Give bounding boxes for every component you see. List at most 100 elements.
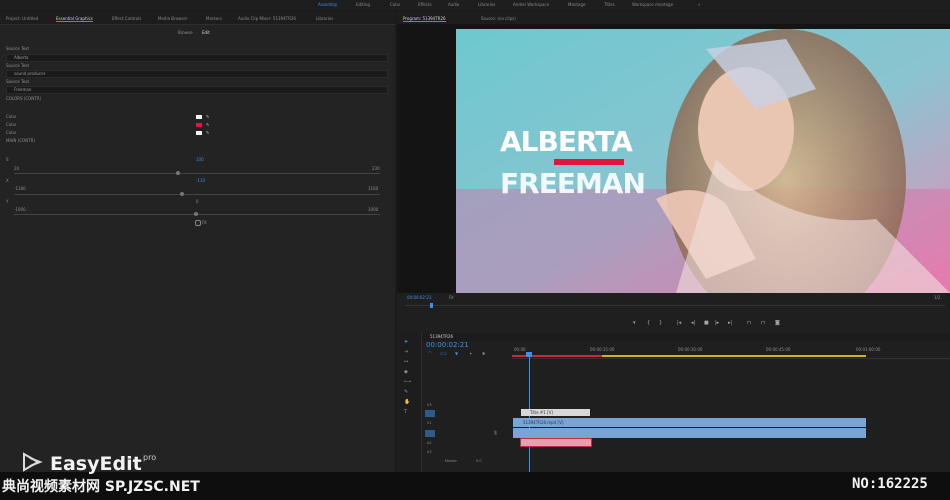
- track-label-v1: V1: [427, 421, 432, 425]
- slider-1-handle[interactable]: [176, 171, 180, 175]
- source-text-field-3[interactable]: [6, 86, 388, 94]
- color-swatch-2[interactable]: [196, 123, 202, 127]
- slider-3-handle[interactable]: [194, 212, 198, 216]
- tab-program[interactable]: Program: 51394TR26: [403, 16, 446, 22]
- workspace-tab[interactable]: Workspace montage: [632, 2, 673, 7]
- slider-3-min: -1000: [14, 207, 26, 212]
- track-label-a3: A3: [427, 450, 432, 454]
- settings-wrench-icon[interactable]: ✱: [482, 351, 485, 356]
- fit-checkbox[interactable]: [195, 220, 201, 226]
- timeline-clip-audio-2[interactable]: [520, 438, 592, 447]
- title-line-1: ALBERTA: [500, 125, 633, 158]
- left-tab[interactable]: Audio Clip Mixer: 51394TR26: [238, 16, 296, 21]
- workspace-tab[interactable]: Color: [390, 2, 400, 7]
- source-text-label-2: Source Text: [6, 63, 30, 68]
- eyedropper-icon[interactable]: ✎: [206, 130, 209, 135]
- slider-2-track[interactable]: [14, 194, 380, 195]
- eyedropper-icon[interactable]: ✎: [206, 122, 209, 127]
- slider-2-min: -1180: [14, 186, 26, 191]
- source-text-label-1: Source Text: [6, 46, 30, 51]
- ruler-label: 00:00:45:00: [766, 347, 791, 352]
- left-tab[interactable]: Libraries: [316, 16, 333, 21]
- ruler-label: 00:00:15:00: [590, 347, 615, 352]
- workspace-tab[interactable]: Effects: [418, 2, 432, 7]
- master-volume-value[interactable]: 0.0: [476, 459, 482, 463]
- left-tab[interactable]: Markers: [206, 16, 222, 21]
- color-swatch-1[interactable]: [196, 115, 202, 119]
- video-image: [456, 29, 950, 293]
- colors-section-header: COLORS (CONTR): [6, 96, 42, 101]
- go-to-in-icon[interactable]: |◂: [677, 320, 681, 326]
- step-forward-icon[interactable]: |▸: [715, 320, 719, 326]
- snap-icon[interactable]: ⌒: [428, 351, 432, 357]
- mic-icon[interactable]: 🎙: [493, 430, 498, 435]
- workspace-tab[interactable]: Titles: [604, 2, 615, 7]
- workspace-tab[interactable]: Montage: [568, 2, 585, 7]
- timeline-clip-title[interactable]: Title #1 [V]: [521, 409, 590, 416]
- marker-icon[interactable]: ✦: [469, 351, 472, 356]
- mark-out-icon[interactable]: }: [659, 320, 662, 326]
- slider-2-handle[interactable]: [180, 192, 184, 196]
- timeline-timecode[interactable]: 00:00:02:21: [426, 341, 469, 349]
- slider-1-value[interactable]: 100: [196, 157, 204, 162]
- slider-2-value[interactable]: -110: [196, 178, 205, 183]
- tab-source[interactable]: Source: (no clips): [481, 16, 516, 21]
- source-text-field-1[interactable]: [6, 54, 388, 62]
- workspace-tab[interactable]: Libraries: [478, 2, 495, 7]
- slider-3-value[interactable]: 0: [196, 199, 199, 204]
- step-back-icon[interactable]: ◂|: [691, 320, 695, 326]
- resolution-dropdown[interactable]: 1/2: [934, 295, 940, 300]
- fit-dropdown[interactable]: Fit: [449, 295, 454, 300]
- type-icon[interactable]: T: [404, 409, 407, 415]
- left-tab[interactable]: Project: Untitled: [6, 16, 38, 21]
- workspace-tab[interactable]: Assembly: [318, 2, 337, 7]
- eyedropper-icon[interactable]: ✎: [206, 114, 209, 119]
- source-text-label-3: Source Text: [6, 79, 30, 84]
- stop-icon[interactable]: ■: [704, 320, 709, 326]
- sequence-name[interactable]: 51394TR26: [430, 334, 453, 339]
- color-label-1: Color: [6, 114, 17, 119]
- extract-icon[interactable]: ⊓: [761, 320, 765, 326]
- time-ruler[interactable]: 00:00 00:00:15:00 00:00:30:00 00:00:45:0…: [512, 346, 950, 359]
- mini-timeline[interactable]: [405, 305, 945, 306]
- mark-in-icon[interactable]: {: [647, 320, 650, 326]
- program-timecode[interactable]: 00:00:02:21: [407, 295, 431, 300]
- title-line-2: FREEMAN: [500, 167, 646, 200]
- workspace-tab[interactable]: Editing: [356, 2, 370, 7]
- workspace-tab[interactable]: Andrei Workspace: [513, 2, 549, 7]
- timeline-clip-audio[interactable]: [513, 428, 866, 438]
- edit-tab[interactable]: Edit: [202, 30, 210, 35]
- hand-icon[interactable]: ✋: [404, 399, 410, 405]
- playhead-marker[interactable]: [430, 303, 433, 308]
- workspace-tab[interactable]: »: [698, 2, 700, 7]
- track-select-icon[interactable]: ⇥: [404, 349, 408, 355]
- export-frame-icon[interactable]: ◙: [775, 320, 780, 326]
- pen-icon[interactable]: ✎: [404, 389, 408, 395]
- slider-2-max: 1160: [368, 186, 379, 191]
- playhead-handle[interactable]: [526, 352, 532, 357]
- browse-tab[interactable]: Browse: [178, 30, 193, 35]
- timeline-clip-video[interactable]: 51394TR26.mp4 [V]: [513, 418, 866, 427]
- add-marker-icon[interactable]: ▾: [633, 320, 636, 326]
- source-text-field-2[interactable]: [6, 70, 388, 78]
- color-swatch-3[interactable]: [196, 131, 202, 135]
- left-tab[interactable]: Media Browser: [158, 16, 188, 21]
- left-tab[interactable]: Effect Controls: [112, 16, 141, 21]
- slip-icon[interactable]: ⟷: [404, 379, 411, 385]
- slider-3-max: 1000: [368, 207, 379, 212]
- ripple-edit-icon[interactable]: ↔: [404, 359, 408, 365]
- razor-icon[interactable]: ◆: [404, 369, 408, 375]
- slider-1-track[interactable]: [14, 173, 380, 174]
- track-target-a1[interactable]: [425, 430, 435, 437]
- timeline-tab: 51394TR26: [422, 333, 950, 341]
- clip-label: 51394TR26.mp4 [V]: [523, 420, 564, 425]
- video-frame: ALBERTA FREEMAN: [456, 29, 950, 293]
- left-tab[interactable]: Essential Graphics: [56, 16, 93, 22]
- selection-tool-icon[interactable]: ➤: [404, 339, 408, 345]
- workspace-tab[interactable]: Audio: [448, 2, 459, 7]
- linked-selection-icon[interactable]: ⊂⊃: [440, 351, 447, 356]
- track-target-v1[interactable]: [425, 410, 435, 417]
- go-to-out-icon[interactable]: ▸|: [728, 320, 732, 326]
- add-marker-timeline-icon[interactable]: ▼: [455, 351, 458, 356]
- lift-icon[interactable]: ⊓: [747, 320, 751, 326]
